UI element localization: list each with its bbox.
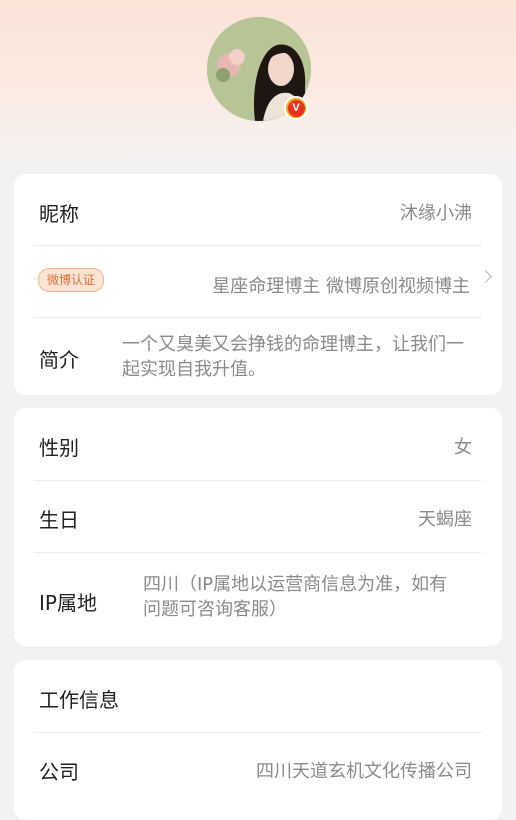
- intro-label: 简介: [39, 348, 79, 372]
- birthday-label: 生日: [39, 508, 79, 532]
- verified-badge-letter: V: [287, 99, 305, 117]
- verification-row[interactable]: 微博认证 星座命理博主 微博原创视频博主: [14, 246, 502, 317]
- intro-row[interactable]: 简介 一个又臭美又会挣钱的命理博主，让我们一起实现自我升值。: [14, 318, 502, 395]
- nickname-value: 沐缘小沸: [400, 203, 472, 224]
- birthday-value: 天蝎座: [418, 509, 472, 530]
- intro-value: 一个又臭美又会挣钱的命理博主，让我们一起实现自我升值。: [122, 334, 464, 380]
- birthday-row[interactable]: 生日 天蝎座: [14, 481, 502, 552]
- work-info-card: 工作信息 公司 四川天道玄机文化传播公司: [14, 660, 502, 820]
- work-info-header: 工作信息: [14, 660, 502, 732]
- gender-row[interactable]: 性别 女: [14, 408, 502, 480]
- gender-value: 女: [454, 437, 472, 458]
- verification-value: 星座命理博主 微博原创视频博主: [212, 276, 470, 297]
- ip-location-label: IP属地: [39, 591, 97, 615]
- ip-location-row[interactable]: IP属地 四川（IP属地以运营商信息为准，如有问题可咨询客服）: [14, 553, 502, 646]
- nickname-row[interactable]: 昵称 沐缘小沸: [14, 174, 502, 245]
- company-value: 四川天道玄机文化传播公司: [256, 761, 472, 782]
- company-label: 公司: [39, 760, 79, 784]
- verified-badge-icon: V: [284, 96, 308, 120]
- basic-info-card: 昵称 沐缘小沸 微博认证 星座命理博主 微博原创视频博主 简介 一个又臭美又会挣…: [14, 174, 502, 395]
- gender-label: 性别: [39, 436, 79, 460]
- ip-location-value: 四川（IP属地以运营商信息为准，如有问题可咨询客服）: [143, 574, 448, 620]
- company-row[interactable]: 公司 四川天道玄机文化传播公司: [14, 733, 502, 805]
- work-info-title: 工作信息: [39, 688, 119, 712]
- personal-info-card: 性别 女 生日 天蝎座 IP属地 四川（IP属地以运营商信息为准，如有问题可咨询…: [14, 408, 502, 646]
- weibo-verify-badge: 微博认证: [38, 268, 105, 292]
- chevron-right-icon: [479, 270, 492, 283]
- nickname-label: 昵称: [39, 202, 79, 226]
- avatar-container[interactable]: V: [207, 17, 311, 121]
